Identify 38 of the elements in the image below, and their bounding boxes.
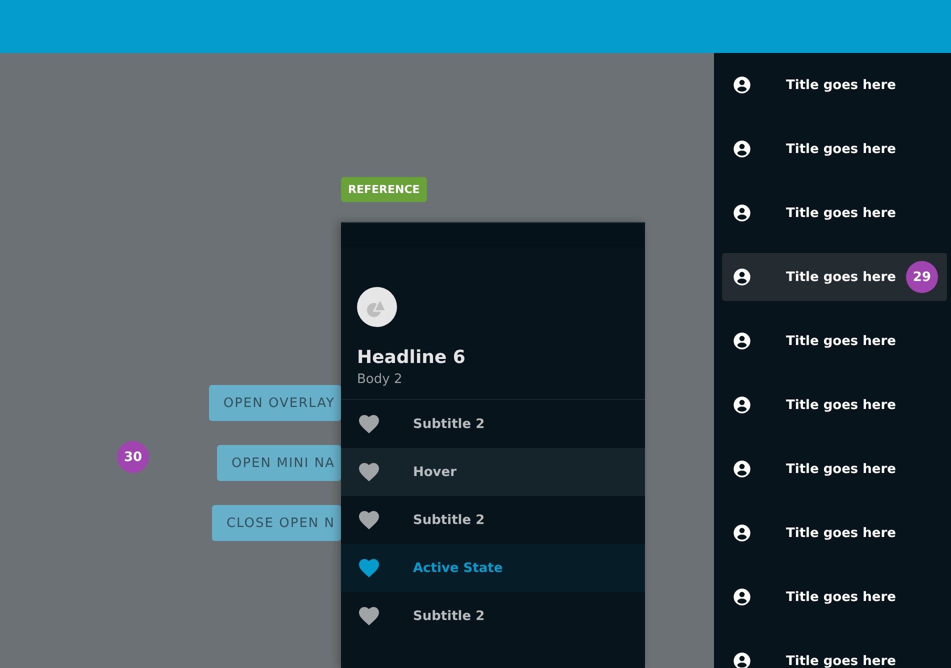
account-icon xyxy=(732,267,752,287)
action-button[interactable]: CLOSE OPEN N xyxy=(212,505,341,541)
heart-icon xyxy=(357,604,381,628)
action-button[interactable]: OPEN OVERLAY xyxy=(209,385,341,421)
sidebar-item[interactable]: Title goes here xyxy=(722,61,947,109)
account-icon xyxy=(732,587,752,607)
logo-icon xyxy=(357,287,397,327)
account-icon xyxy=(732,331,752,351)
drawer-item[interactable]: Hover xyxy=(341,448,645,496)
sidebar-item[interactable]: Title goes here xyxy=(722,573,947,621)
account-icon xyxy=(732,139,752,159)
account-icon xyxy=(732,203,752,223)
action-button[interactable]: OPEN MINI NA xyxy=(217,445,341,481)
reference-tag: REFERENCE xyxy=(341,177,427,202)
sidebar-item[interactable]: Title goes here xyxy=(722,509,947,557)
sidebar-item[interactable]: Title goes here xyxy=(722,125,947,173)
account-icon xyxy=(732,395,752,415)
heart-icon xyxy=(357,556,381,580)
drawer-item[interactable]: Subtitle 2 xyxy=(341,592,645,640)
drawer-item[interactable]: Subtitle 2 xyxy=(341,400,645,448)
heart-icon xyxy=(357,412,381,436)
drawer-item[interactable]: Subtitle 2 xyxy=(341,496,645,544)
sidebar-item[interactable]: Title goes here 29 xyxy=(722,253,947,301)
sidebar-item[interactable]: Title goes here xyxy=(722,189,947,237)
step-badge: 30 xyxy=(117,441,149,473)
count-badge: 29 xyxy=(906,261,938,293)
sidebar-item[interactable]: Title goes here xyxy=(722,637,947,668)
sidebar-item[interactable]: Title goes here xyxy=(722,317,947,365)
drawer-body-text: Body 2 xyxy=(357,372,404,387)
account-icon xyxy=(732,523,752,543)
drawer-headline: Headline 6 xyxy=(357,347,466,368)
account-icon xyxy=(732,75,752,95)
drawer-item[interactable]: Active State xyxy=(341,544,645,592)
sidebar-item[interactable]: Title goes here xyxy=(722,381,947,429)
heart-icon xyxy=(357,460,381,484)
account-icon xyxy=(732,459,752,479)
heart-icon xyxy=(357,508,381,532)
sidebar-item[interactable]: Title goes here xyxy=(722,445,947,493)
